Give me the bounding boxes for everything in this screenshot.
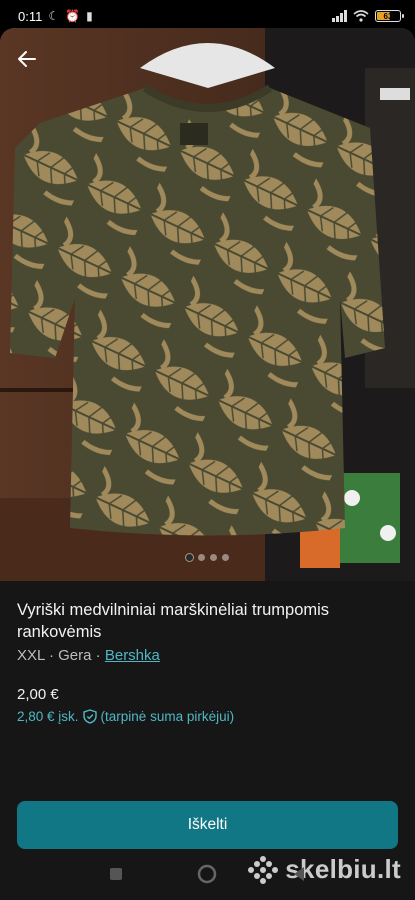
listing-meta: XXL · Gera · Bershka: [17, 647, 398, 664]
recents-button[interactable]: [101, 859, 131, 889]
shield-check-icon: [82, 709, 97, 724]
arrow-left-icon: [18, 51, 36, 67]
listing-sheet: Vyriški medvilniniai marškinėliai trumpo…: [0, 28, 415, 900]
triangle-back-icon: [294, 867, 305, 881]
alarm-icon: ⏰: [65, 9, 81, 23]
system-navigation-bar: [0, 848, 415, 900]
battery-icon: 63: [375, 10, 404, 22]
listing-title: Vyriški medvilniniai marškinėliai trumpo…: [17, 601, 330, 641]
product-photo[interactable]: [0, 28, 415, 581]
pagination-dot[interactable]: [186, 554, 193, 561]
square-icon: [109, 868, 122, 880]
brand-link[interactable]: Bershka: [105, 647, 160, 664]
listing-info: Vyriški medvilniniai marškinėliai trumpo…: [0, 581, 415, 724]
bump-listing-button[interactable]: Iškelti: [17, 801, 398, 849]
price-incl-value: 2,80 € įsk.: [17, 709, 79, 724]
back-button[interactable]: [12, 44, 42, 74]
photo-pagination: [0, 554, 415, 561]
signal-icon: [332, 10, 347, 22]
pagination-dot[interactable]: [210, 554, 217, 561]
pagination-dot[interactable]: [222, 554, 229, 561]
moon-icon: ☾: [48, 9, 60, 23]
condition-label: Gera: [58, 647, 92, 664]
meta-separator: ·: [48, 647, 54, 664]
meta-separator: ·: [95, 647, 101, 664]
listing-price: 2,00 €: [17, 686, 59, 703]
buyer-price-info[interactable]: 2,80 € įsk. (tarpinė suma pirkėjui): [17, 709, 398, 724]
back-nav-button[interactable]: [284, 859, 314, 889]
price-incl-note: (tarpinė suma pirkėjui): [100, 709, 235, 724]
battery-saver-icon: ▮: [86, 9, 93, 23]
wifi-icon: [353, 10, 369, 22]
status-time: 0:11: [18, 8, 43, 24]
size-label: XXL: [17, 647, 45, 664]
home-button[interactable]: [192, 859, 222, 889]
circle-icon: [198, 864, 217, 884]
pagination-dot[interactable]: [198, 554, 205, 561]
